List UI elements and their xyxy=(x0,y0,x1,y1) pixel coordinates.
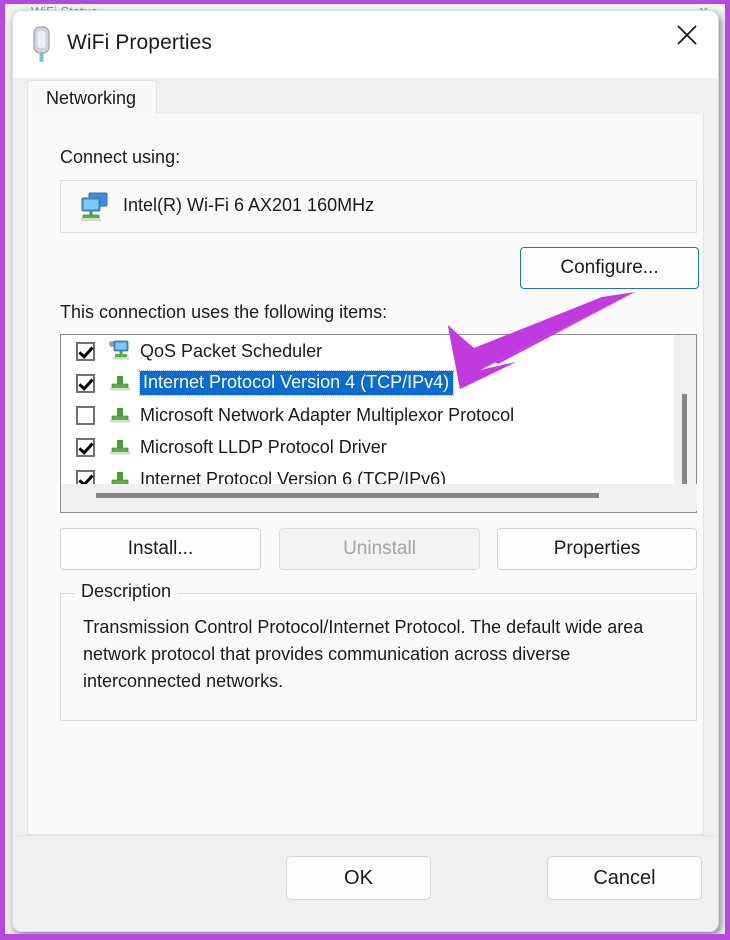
list-item-label: Internet Protocol Version 4 (TCP/IPv4) xyxy=(138,370,455,396)
list-item-label: Microsoft LLDP Protocol Driver xyxy=(140,436,387,457)
network-adapter-icon xyxy=(29,26,55,64)
close-icon[interactable] xyxy=(656,11,718,59)
protocol-icon xyxy=(108,372,132,394)
protocol-icon xyxy=(108,404,132,426)
screenshot-root: WiFi Status ✕ WiFi Properties xyxy=(0,0,730,940)
vertical-scrollbar[interactable] xyxy=(674,336,695,502)
horizontal-scrollbar[interactable] xyxy=(62,484,697,511)
item-checkbox[interactable] xyxy=(76,405,95,425)
item-checkbox[interactable] xyxy=(76,341,95,361)
network-adapter-icon xyxy=(78,190,112,224)
properties-button[interactable]: Properties xyxy=(497,528,697,570)
description-legend: Description xyxy=(75,581,178,602)
qos-monitor-icon xyxy=(108,340,132,362)
connect-using-label: Connect using: xyxy=(60,147,181,167)
list-item-label: Internet Protocol Version 6 (TCP/IPv6) xyxy=(140,468,447,486)
list-item[interactable]: QoS Packet Scheduler xyxy=(61,335,675,367)
adapter-readonly-field: Intel(R) Wi-Fi 6 AX201 160MHz xyxy=(60,180,697,233)
description-text: Transmission Control Protocol/Internet P… xyxy=(83,617,644,691)
wifi-properties-dialog: WiFi Properties Networking Connect using… xyxy=(12,10,719,932)
networking-tab-page: Connect using: Intel(R) Wi-Fi 6 AX201 16… xyxy=(27,114,704,835)
description-group: Description Transmission Control Protoco… xyxy=(60,581,697,721)
dialog-footer: OK Cancel xyxy=(13,835,718,931)
tab-networking[interactable]: Networking xyxy=(27,80,158,117)
tab-strip: Networking xyxy=(13,78,718,117)
configure-button[interactable]: Configure... xyxy=(520,247,699,289)
install-button[interactable]: Install... xyxy=(60,528,261,570)
list-item-label: Microsoft Network Adapter Multiplexor Pr… xyxy=(140,404,515,425)
adapter-name-value: Intel(R) Wi-Fi 6 AX201 160MHz xyxy=(123,195,375,215)
item-checkbox[interactable] xyxy=(76,437,95,457)
items-list-label: This connection uses the following items… xyxy=(60,302,388,322)
page-title: WiFi Properties xyxy=(67,31,213,54)
network-items-list[interactable]: QoS Packet Scheduler Internet Protocol V… xyxy=(61,335,675,485)
ok-button[interactable]: OK xyxy=(286,856,431,900)
list-item[interactable]: Internet Protocol Version 4 (TCP/IPv4) xyxy=(61,367,675,399)
cancel-button[interactable]: Cancel xyxy=(547,856,702,900)
uninstall-button: Uninstall xyxy=(279,528,480,570)
list-item-label: QoS Packet Scheduler xyxy=(140,340,323,361)
network-items-listbox[interactable]: QoS Packet Scheduler Internet Protocol V… xyxy=(60,334,697,513)
dialog-titlebar: WiFi Properties xyxy=(13,11,718,78)
protocol-icon xyxy=(108,468,132,485)
list-item[interactable]: Microsoft LLDP Protocol Driver xyxy=(61,431,675,463)
protocol-icon xyxy=(108,436,132,458)
item-checkbox[interactable] xyxy=(76,469,95,485)
horizontal-scrollbar-thumb[interactable] xyxy=(96,493,599,498)
list-item[interactable]: Internet Protocol Version 6 (TCP/IPv6) xyxy=(61,463,675,485)
item-checkbox[interactable] xyxy=(76,373,95,393)
list-item[interactable]: Microsoft Network Adapter Multiplexor Pr… xyxy=(61,399,675,431)
